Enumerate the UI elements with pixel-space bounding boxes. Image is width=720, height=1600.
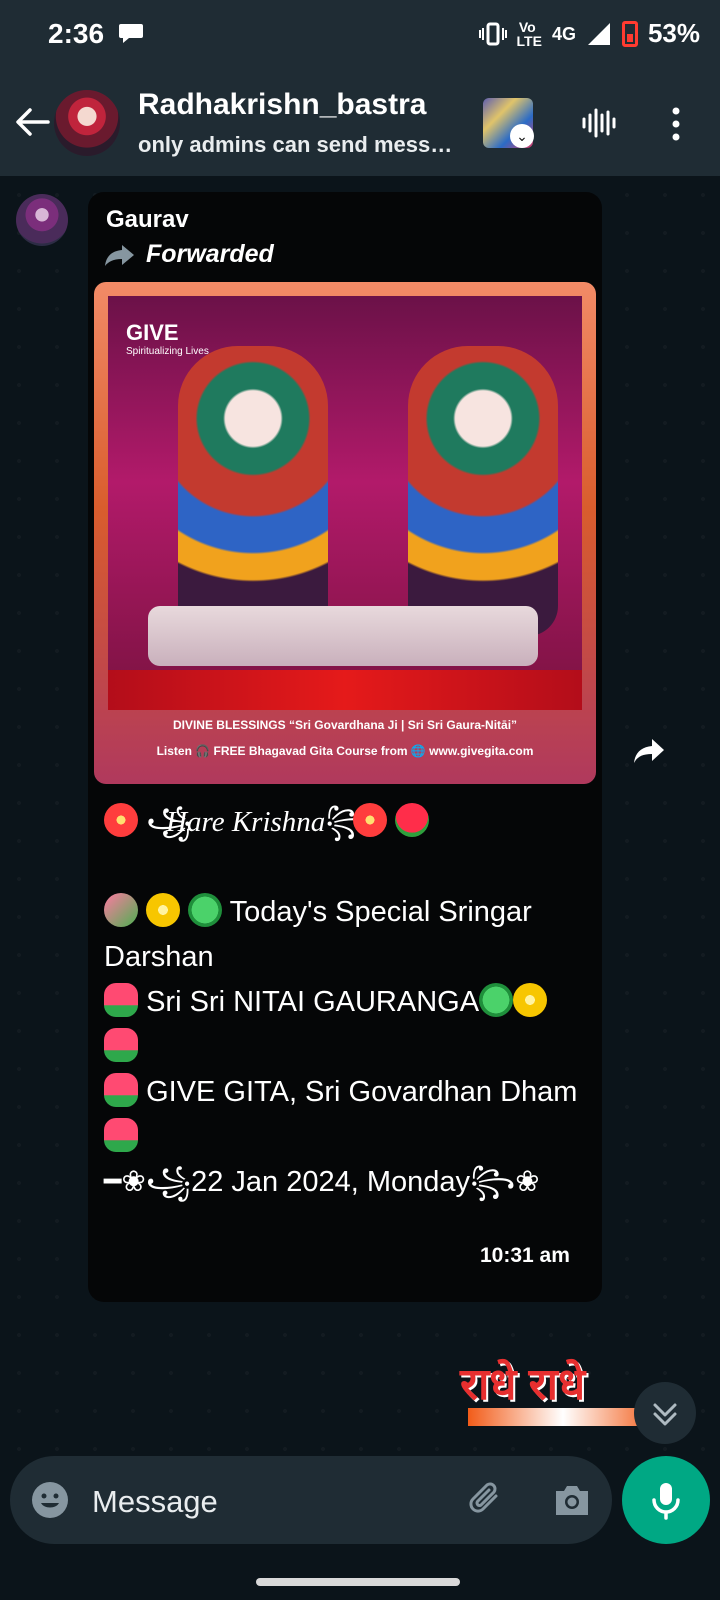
give-logo-subtitle: Spiritualizing Lives [126,346,209,357]
signal-icon [587,22,610,45]
network-top: Vo [518,18,540,35]
sparkle-icon: ꧁ [146,806,192,838]
sparkle-icon: ꧂ [325,806,371,838]
network-type: 4G [551,23,576,44]
status-time: 2:36 [48,18,105,49]
hare-krishna-line: ꧁Hare Krishna꧂ [104,800,574,845]
tulip-icon [104,1028,138,1062]
darshan-photo: GIVE Spiritualizing Lives [108,296,582,710]
group-avatar[interactable] [54,90,120,156]
attach-icon[interactable] [466,1478,506,1518]
date-text: 22 Jan 2024, Monday [191,1166,470,1198]
status-bar: 2:36 Vo LTE 4G 53% [0,0,720,70]
message-time: 10:31 am [480,1244,570,1267]
emoji-icon[interactable] [30,1480,70,1520]
rose-icon [395,803,430,837]
bouquet-icon [104,893,138,927]
tulip-line [104,1025,574,1070]
sticker-decoration [468,1408,658,1426]
flower-divider-icon: ꧂❀ [470,1166,540,1198]
give-logo: GIVE [126,320,179,345]
message-image[interactable]: GIVE Spiritualizing Lives DIVINE BLESSIN… [94,282,596,784]
altar [148,606,538,666]
deity-figure-right [408,346,558,636]
tulip-line [104,1115,574,1160]
hibiscus-icon [353,803,388,837]
sender-avatar[interactable] [16,194,68,246]
clover-icon [188,893,223,927]
forwarded-indicator: Forwarded [104,240,274,269]
mic-icon[interactable] [644,1478,688,1522]
clover-icon [479,983,514,1017]
message-text: ꧁Hare Krishna꧂ Today's Special Sringar D… [104,800,578,1205]
scroll-down-button[interactable] [634,1382,696,1444]
image-caption-line1: DIVINE BLESSINGS “Sri Govardhana Ji | Sr… [172,718,518,732]
message-input[interactable]: Message [92,1484,218,1520]
give-line: GIVE GITA, Sri Govardhan Dham [104,1070,578,1115]
deity-figure-left [178,346,328,636]
star-icon [513,983,548,1017]
nitai-line: Sri Sri NITAI GAURANGA [104,980,574,1025]
tulip-icon [104,1118,138,1152]
date-line: ━❀꧁22 Jan 2024, Monday꧂❀ [104,1160,574,1205]
hare-krishna-text: Hare Krishna [166,806,326,838]
nitai-line-text: Sri Sri NITAI GAURANGA [146,986,480,1018]
status-right: Vo LTE 4G 53% [478,18,700,49]
share-icon[interactable] [632,736,666,766]
hibiscus-icon [104,803,138,837]
sender-name[interactable]: Gaurav [106,206,189,234]
special-line: Today's Special Sringar Darshan [104,890,574,980]
scroll-down-icon [653,1403,677,1426]
forwarded-label: Forwarded [146,240,274,268]
image-caption-line2: Listen 🎧 FREE Bhagavad Gita Course from … [156,744,534,758]
flower-divider-icon: ━❀꧁ [104,1166,192,1198]
voice-wave-icon[interactable] [582,108,616,138]
group-title[interactable]: Radhakrishn_bastra [138,88,426,122]
network-label: Vo LTE [517,20,542,48]
chat-bubble-icon [119,24,143,43]
home-indicator[interactable] [256,1578,460,1586]
battery-level: 53% [647,18,700,48]
star-icon [146,893,181,927]
forward-icon [105,244,134,266]
group-subtitle[interactable]: only admins can send mess… [138,132,452,158]
back-arrow-icon[interactable] [14,104,50,140]
sticker-text: राधे राधे [460,1360,586,1409]
tulip-icon [104,1073,138,1107]
flower-arrangement [108,670,582,710]
tulip-icon [104,983,138,1017]
network-bottom: LTE [516,32,542,49]
vibrate-icon [478,22,507,45]
chevron-down-icon[interactable]: ⌄ [510,124,534,148]
battery-icon [621,20,638,47]
camera-icon[interactable] [552,1482,592,1518]
give-line-text: GIVE GITA, Sri Govardhan Dham [146,1076,578,1108]
more-options-icon[interactable] [668,106,684,142]
